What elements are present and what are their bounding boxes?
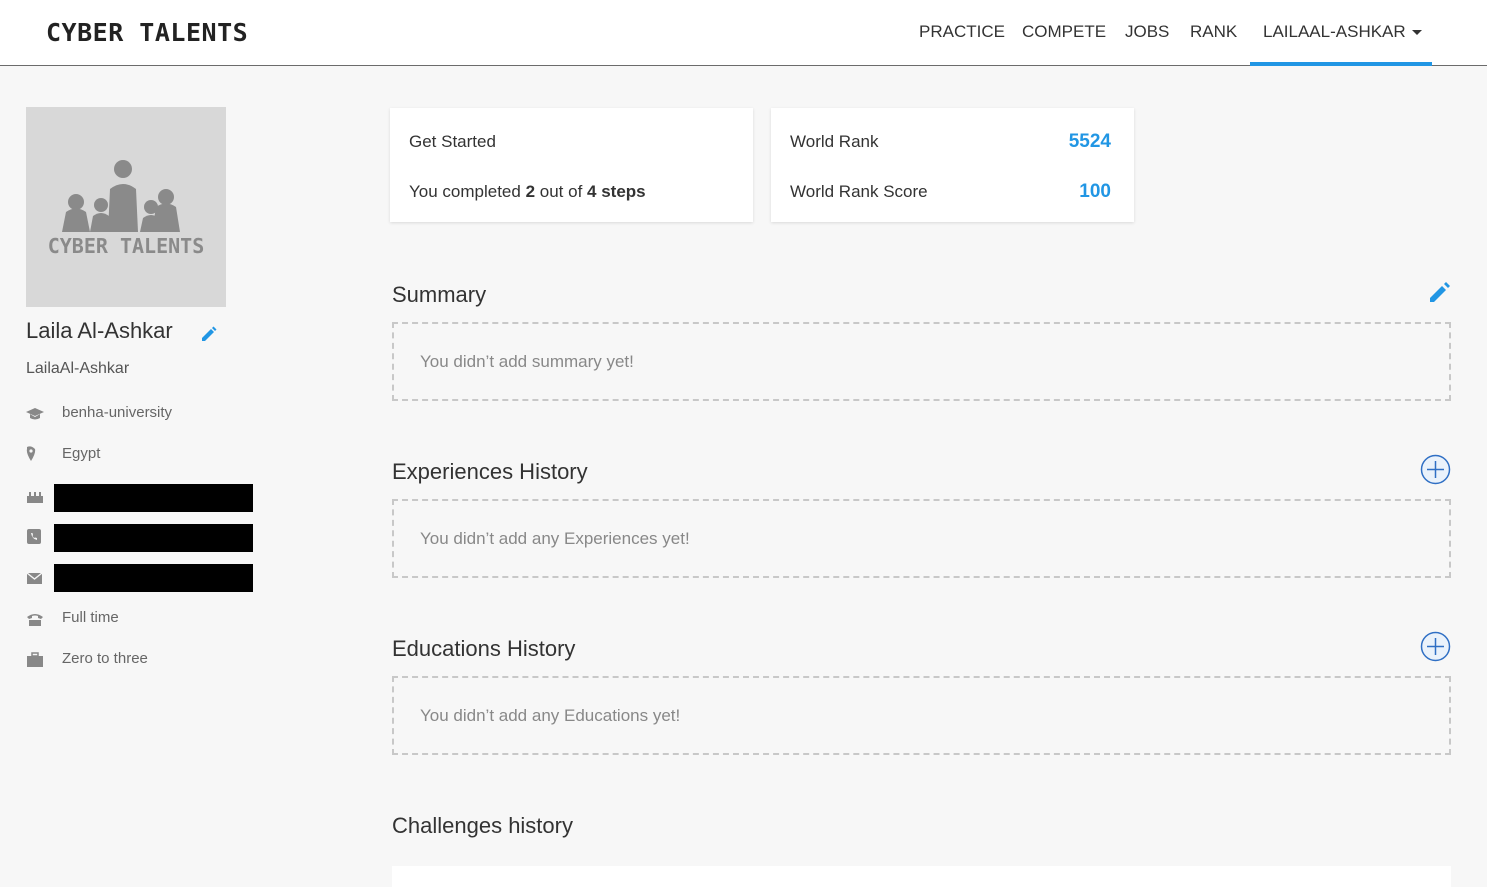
educations-empty-box: You didn’t add any Educations yet! [392, 676, 1451, 755]
profile-username: LailaAl-Ashkar [26, 360, 130, 377]
edit-name-button[interactable] [200, 325, 218, 348]
plus-circle-icon [1420, 454, 1451, 485]
brand-logo[interactable]: CYBER TALENTS [46, 18, 248, 47]
get-started-progress: You completed 2 out of 4 steps [409, 182, 646, 201]
experiences-empty-text: You didn’t add any Experiences yet! [420, 529, 690, 548]
experiences-title: Experiences History [392, 459, 588, 484]
job-type-text: Full time [62, 609, 119, 626]
avatar: CYBER TALENTS [26, 107, 226, 307]
telephone-icon [27, 614, 43, 626]
summary-title: Summary [392, 282, 487, 307]
user-menu-label[interactable]: LAILAAL-ASHKAR [1263, 22, 1422, 42]
world-rank-label: World Rank [790, 132, 879, 151]
university-text: benha-university [62, 404, 173, 421]
phone-icon [27, 529, 41, 544]
info-university: benha-university [26, 402, 266, 426]
educations-title: Educations History [392, 636, 576, 661]
redacted-phone [54, 524, 253, 552]
nav-compete[interactable]: COMPETE [1022, 22, 1106, 42]
birthday-cake-icon [27, 492, 43, 503]
redacted-birthdate [54, 484, 253, 512]
world-rank-score-label: World Rank Score [790, 182, 928, 201]
get-started-title: Get Started [409, 132, 496, 151]
get-started-card: Get Started You completed 2 out of 4 ste… [390, 108, 753, 222]
top-navbar: CYBER TALENTS PRACTICE COMPETE JOBS RANK… [0, 0, 1487, 66]
info-country: Egypt [26, 443, 266, 467]
challenges-title: Challenges history [392, 813, 573, 838]
world-rank-card: World Rank 5524 World Rank Score 100 [771, 108, 1134, 222]
map-marker-icon [26, 446, 36, 461]
envelope-icon [26, 572, 43, 584]
world-rank-score-value: 100 [1079, 181, 1111, 202]
educations-empty-text: You didn’t add any Educations yet! [420, 706, 681, 725]
nav-rank[interactable]: RANK [1190, 22, 1237, 42]
add-education-button[interactable] [1420, 631, 1451, 662]
plus-circle-icon [1420, 631, 1451, 662]
avatar-placeholder-icon: CYBER TALENTS [48, 160, 205, 258]
add-experience-button[interactable] [1420, 454, 1451, 485]
summary-empty-text: You didn’t add summary yet! [420, 352, 634, 371]
world-rank-value: 5524 [1068, 131, 1111, 152]
info-experience: Zero to three [26, 648, 266, 672]
experience-text: Zero to three [62, 650, 148, 667]
graduation-cap-icon [26, 408, 44, 420]
svg-text:CYBER TALENTS: CYBER TALENTS [48, 234, 205, 258]
pencil-icon [202, 326, 217, 341]
country-text: Egypt [62, 445, 101, 462]
redacted-email [54, 564, 253, 592]
profile-full-name: Laila Al-Ashkar [26, 318, 173, 343]
nav-practice[interactable]: PRACTICE [919, 22, 1005, 42]
caret-down-icon [1411, 30, 1422, 36]
challenges-panel [392, 866, 1451, 887]
pencil-icon [1430, 282, 1450, 302]
nav-jobs[interactable]: JOBS [1125, 22, 1169, 42]
experiences-empty-box: You didn’t add any Experiences yet! [392, 499, 1451, 578]
edit-summary-button[interactable] [1428, 280, 1452, 309]
user-menu[interactable]: LAILAAL-ASHKAR [1250, 0, 1432, 66]
briefcase-icon [27, 652, 43, 667]
info-job-type: Full time [26, 607, 266, 631]
summary-empty-box: You didn’t add summary yet! [392, 322, 1451, 401]
